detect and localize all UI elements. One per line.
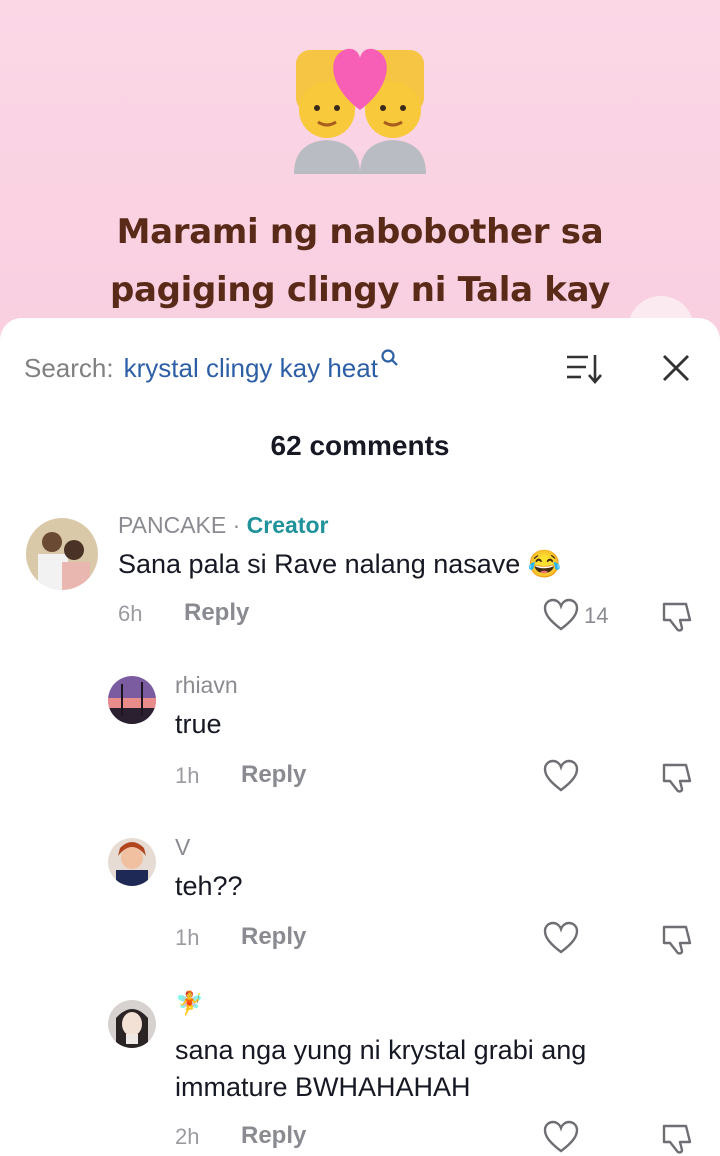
search-query-link[interactable]: krystal clingy kay heat: [124, 353, 378, 384]
video-headline-line2: pagiging clingy ni Tala kay: [109, 270, 611, 310]
dislike-icon[interactable]: [660, 1120, 696, 1156]
heart-icon[interactable]: [543, 759, 579, 793]
close-icon[interactable]: [658, 350, 694, 386]
avatar[interactable]: [108, 1000, 156, 1048]
separator: ·: [226, 512, 247, 538]
username[interactable]: 🧚: [175, 990, 204, 1017]
username[interactable]: V: [175, 834, 190, 861]
comment-time: 6h: [118, 601, 143, 626]
comment-text: true: [175, 709, 222, 739]
heart-icon[interactable]: [543, 598, 579, 632]
reply-button[interactable]: Reply: [184, 599, 249, 627]
dislike-icon[interactable]: [660, 598, 696, 634]
creator-badge: Creator: [246, 512, 329, 538]
comment-username-row: PANCAKE · Creator: [118, 512, 328, 539]
comment-text-line1: sana nga yung ni krystal grabi ang: [175, 1035, 587, 1065]
reply-button[interactable]: Reply: [241, 923, 306, 951]
comment-text-line2: immature BWHAHAHAH: [175, 1072, 471, 1102]
dislike-icon[interactable]: [660, 921, 696, 957]
comment-text: teh??: [175, 871, 243, 901]
avatar[interactable]: [26, 518, 98, 590]
heart-icon[interactable]: [543, 1120, 579, 1154]
video-background: Marami ng nabobother sa pagiging clingy …: [0, 0, 720, 340]
like-count: 14: [584, 603, 609, 628]
comments-sheet: Search: krystal clingy kay heat 62 comme…: [0, 318, 720, 1156]
comment-time: 2h: [175, 1124, 200, 1149]
username[interactable]: PANCAKE: [118, 512, 226, 538]
reply-button[interactable]: Reply: [241, 1122, 306, 1150]
couple-with-heart-icon: [294, 48, 426, 174]
video-headline-line1: Marami ng nabobother sa: [116, 212, 604, 252]
search-bar[interactable]: Search: krystal clingy kay heat: [24, 348, 400, 388]
avatar[interactable]: [108, 676, 156, 724]
avatar[interactable]: [108, 838, 156, 886]
heart-icon[interactable]: [543, 921, 579, 955]
search-icon[interactable]: [380, 348, 400, 368]
username[interactable]: rhiavn: [175, 672, 238, 699]
comment-time: 1h: [175, 763, 200, 788]
reply-button[interactable]: Reply: [241, 761, 306, 789]
search-label: Search:: [24, 352, 114, 383]
comments-count: 62 comments: [270, 430, 450, 461]
sort-icon[interactable]: [564, 350, 604, 386]
comment-time: 1h: [175, 925, 200, 950]
comment-text: Sana pala si Rave nalang nasave 😂: [118, 549, 562, 579]
dislike-icon[interactable]: [660, 759, 696, 795]
